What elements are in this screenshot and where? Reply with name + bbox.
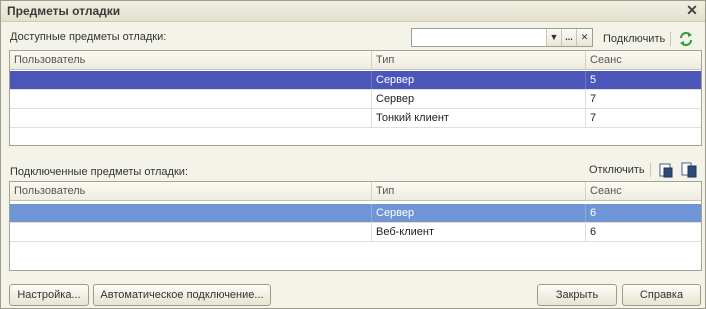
cell-type: Веб-клиент	[372, 223, 586, 241]
toolbar-separator	[670, 32, 671, 46]
connected-items-label: Подключенные предметы отладки:	[10, 166, 188, 178]
table-row[interactable]: Сервер 6	[10, 204, 701, 223]
cell-user	[10, 204, 372, 222]
clear-icon[interactable]: ✕	[576, 29, 592, 46]
close-icon[interactable]: ✕	[685, 3, 699, 17]
available-items-label: Доступные предметы отладки:	[10, 31, 167, 43]
available-items-grid[interactable]: Пользователь Тип Сеанс Сервер 5 Сервер 7…	[9, 50, 702, 146]
cell-type: Сервер	[372, 204, 586, 222]
settings-button[interactable]: Настройка...	[9, 284, 89, 306]
debug-items-window: Предметы отладки ✕ Доступные предметы от…	[0, 0, 706, 309]
auto-connect-button[interactable]: Автоматическое подключение...	[93, 284, 271, 306]
connect-link[interactable]: Подключить	[603, 33, 665, 45]
select-button[interactable]: ...	[561, 29, 576, 46]
cell-type: Сервер	[372, 71, 586, 89]
cell-user	[10, 109, 372, 127]
table-row[interactable]: Веб-клиент 6	[10, 223, 701, 242]
help-button[interactable]: Справка	[622, 284, 701, 306]
document-copy-icon[interactable]	[681, 162, 697, 178]
column-header-user[interactable]: Пользователь	[10, 182, 372, 200]
column-header-type[interactable]: Тип	[372, 51, 586, 69]
column-header-user[interactable]: Пользователь	[10, 51, 372, 69]
cell-user	[10, 71, 372, 89]
column-header-session[interactable]: Сеанс	[586, 51, 701, 69]
cell-type: Тонкий клиент	[372, 109, 586, 127]
cell-session: 5	[590, 74, 597, 86]
disconnect-link[interactable]: Отключить	[589, 164, 645, 176]
title-bar: Предметы отладки ✕	[1, 1, 705, 22]
cell-session: 7	[590, 93, 597, 105]
window-title: Предметы отладки	[7, 4, 121, 18]
table-row[interactable]: Сервер 7	[10, 90, 701, 109]
cell-session: 7	[590, 112, 597, 124]
toolbar-separator	[650, 163, 651, 177]
grid-header: Пользователь Тип Сеанс	[10, 182, 701, 201]
table-row[interactable]: Сервер 5	[10, 71, 701, 90]
column-header-session[interactable]: Сеанс	[586, 182, 701, 200]
filter-combo[interactable]: ▼ ... ✕	[411, 28, 593, 47]
document-icon[interactable]	[658, 162, 674, 178]
close-button[interactable]: Закрыть	[537, 284, 617, 306]
refresh-icon[interactable]	[678, 31, 694, 47]
column-header-type[interactable]: Тип	[372, 182, 586, 200]
table-row[interactable]: Тонкий клиент 7	[10, 109, 701, 128]
cell-user	[10, 90, 372, 108]
dropdown-arrow-icon[interactable]: ▼	[546, 29, 561, 46]
connected-items-grid[interactable]: Пользователь Тип Сеанс Сервер 6 Веб-клие…	[9, 181, 702, 271]
cell-user	[10, 223, 372, 241]
cell-session: 6	[590, 207, 597, 219]
grid-header: Пользователь Тип Сеанс	[10, 51, 701, 70]
cell-session: 6	[590, 226, 597, 238]
cell-type: Сервер	[372, 90, 586, 108]
